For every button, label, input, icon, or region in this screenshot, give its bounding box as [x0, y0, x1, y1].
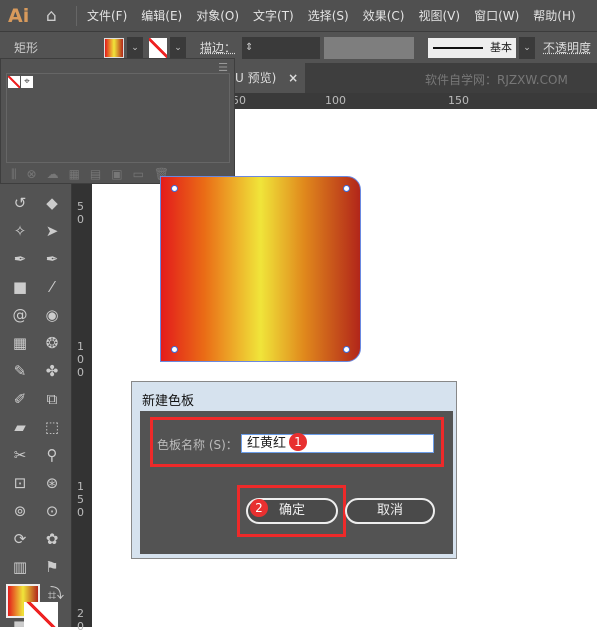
zoom-icon[interactable]: ⚲	[40, 444, 64, 466]
corner-widget[interactable]	[171, 185, 178, 192]
close-icon[interactable]: ×	[288, 71, 298, 85]
none-swatch[interactable]	[8, 76, 20, 88]
lasso-icon[interactable]: ➤	[40, 220, 64, 242]
gradient-icon[interactable]: ■	[8, 276, 32, 298]
chevron-down-icon[interactable]: ⌄	[170, 36, 186, 59]
app-logo: Ai	[8, 4, 30, 27]
eraser-icon[interactable]: ◆	[40, 192, 64, 214]
cancel-button[interactable]: 取消	[345, 498, 435, 524]
ruler-tick-label: 1 0 0	[77, 340, 84, 379]
brush-style-select[interactable]: 基本	[428, 37, 517, 58]
opacity-label[interactable]: 不透明度	[543, 39, 591, 56]
stroke-weight-input[interactable]: ⇕	[242, 36, 321, 59]
vertical-ruler[interactable]: 5 0 1 0 0 1 5 0 2 0	[72, 110, 92, 633]
tools-panel: ↺◆✧➤✒✒■⁄@◉▦❂✎✤✐⧉▰⬚✂⚲⊡⊛⊚⊙⟳✿▥⚑▶⌗▬	[0, 160, 72, 632]
ruler-tick-label: 5 0	[77, 200, 84, 226]
step-badge: 1	[289, 433, 307, 451]
ruler-tick-label: 150	[448, 94, 469, 107]
stroke-swatch[interactable]	[149, 37, 167, 58]
menu-file[interactable]: 文件(F)	[87, 7, 127, 24]
pencil-icon[interactable]: ✐	[8, 388, 32, 410]
stroke-label: 描边：	[200, 41, 237, 55]
swatches-panel: ☰ ⌖ ⫼⊗☁▦▤▣▭🗑	[0, 58, 235, 184]
shaper-icon[interactable]: ✎	[8, 360, 32, 382]
symbol-shifter-icon[interactable]: ⊛	[40, 472, 64, 494]
divider	[76, 5, 77, 26]
symbol-sprayer-icon[interactable]: ⊡	[8, 472, 32, 494]
swatch-panel-actions[interactable]: ⫼⊗☁▦▤▣▭🗑	[11, 167, 179, 182]
grid-icon[interactable]: ▦	[8, 332, 32, 354]
step-badge: 2	[250, 499, 268, 517]
corner-widget[interactable]	[171, 346, 178, 353]
dialog-title: 新建色板	[142, 394, 195, 409]
swatch-name-input[interactable]: 红黄红	[241, 434, 434, 453]
menu-object[interactable]: 对象(O)	[196, 7, 239, 24]
watermark: 软件自学网：RJZXW.COM	[425, 73, 568, 87]
rotate-icon[interactable]: ↺	[8, 192, 32, 214]
symbol-icon[interactable]: ◉	[40, 304, 64, 326]
chevron-down-icon[interactable]: ⌄	[127, 36, 143, 59]
menu-help[interactable]: 帮助(H)	[533, 7, 575, 24]
artboard-icon[interactable]: ⬚	[40, 416, 64, 438]
tab-bar: U 预览) × 软件自学网：RJZXW.COM	[235, 63, 597, 93]
document-tab[interactable]: U 预览) ×	[235, 63, 305, 93]
gradient-rectangle[interactable]	[160, 176, 361, 362]
spiral-icon[interactable]: @	[8, 304, 32, 326]
corner-widget[interactable]	[343, 346, 350, 353]
home-icon[interactable]: ⌂	[46, 7, 66, 25]
swap-colors-icon[interactable]: ⤵	[50, 583, 64, 603]
registration-swatch-icon[interactable]: ⌖	[21, 76, 33, 88]
menu-effect[interactable]: 效果(C)	[363, 7, 405, 24]
stroke-color-swatch[interactable]	[24, 602, 58, 627]
chevron-down-icon[interactable]: ⌄	[519, 36, 536, 59]
variable-width-select[interactable]	[324, 36, 415, 59]
magic-wand-icon[interactable]: ✧	[8, 220, 32, 242]
dialog-body: 色板名称 (S)： 红黄红 1 确定 2 取消	[140, 411, 453, 554]
menu-view[interactable]: 视图(V)	[418, 7, 460, 24]
object-type-label: 矩形	[14, 41, 39, 55]
ruler-tick-label: 1 5 0	[77, 480, 84, 519]
symbol-spinner-icon[interactable]: ⟳	[8, 528, 32, 550]
swatch-name-label: 色板名称 (S)：	[157, 438, 238, 452]
add-anchor-icon[interactable]: ✒	[8, 248, 32, 270]
menu-select[interactable]: 选择(S)	[308, 7, 349, 24]
corner-widget[interactable]	[343, 185, 350, 192]
ruler-tick-label: 100	[325, 94, 346, 107]
symbol-stainer-icon[interactable]: ✿	[40, 528, 64, 550]
menu-window[interactable]: 窗口(W)	[474, 7, 519, 24]
menu-type[interactable]: 文字(T)	[253, 7, 294, 24]
fill-swatch[interactable]	[104, 37, 124, 58]
tab-label: U 预览)	[235, 71, 277, 85]
new-swatch-dialog: 新建色板 色板名称 (S)： 红黄红 1 确定 2 取消	[131, 381, 457, 559]
perspective-grid-icon[interactable]: ▥	[8, 556, 32, 578]
puppet-warp-icon[interactable]: ✤	[40, 360, 64, 382]
delete-anchor-icon[interactable]: ✒	[40, 248, 64, 270]
swatch-list: ⌖	[6, 73, 230, 163]
eyedropper-icon[interactable]: ⁄	[40, 276, 64, 298]
menu-bar: Ai ⌂ 文件(F) 编辑(E) 对象(O) 文字(T) 选择(S) 效果(C)…	[0, 0, 597, 31]
symbol-sizer-icon[interactable]: ⊙	[40, 500, 64, 522]
polar-grid-icon[interactable]: ❂	[40, 332, 64, 354]
eraser-tool-icon[interactable]: ▰	[8, 416, 32, 438]
flag-icon[interactable]: ⚑	[40, 556, 64, 578]
ruler-tick-label: 2 0	[77, 607, 84, 633]
scissors-icon[interactable]: ✂	[8, 444, 32, 466]
menu-edit[interactable]: 编辑(E)	[141, 7, 182, 24]
shape-builder-icon[interactable]: ⧉	[40, 388, 64, 410]
symbol-scruncher-icon[interactable]: ⊚	[8, 500, 32, 522]
